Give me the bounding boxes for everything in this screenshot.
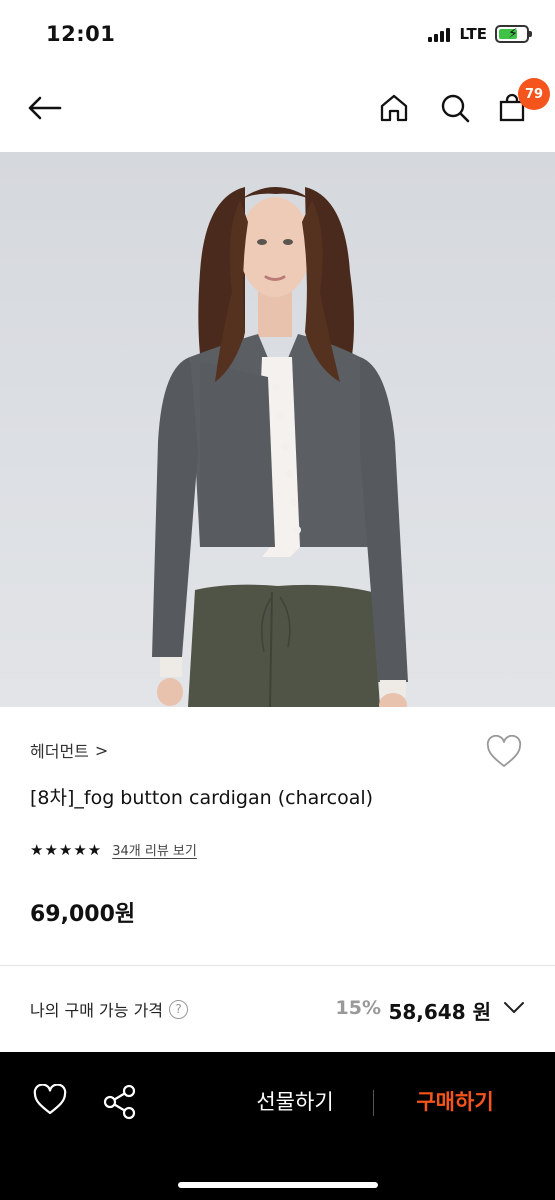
status-indicators: LTE ⚡ (428, 25, 532, 43)
bottom-action-bar: 선물하기 구매하기 (0, 1052, 555, 1200)
signal-icon (428, 26, 451, 42)
back-arrow-icon[interactable] (24, 88, 64, 128)
product-title: [8차]_fog button cardigan (charcoal) (30, 787, 374, 809)
rating-row: ★★★★★ 34개 리뷰 보기 (30, 840, 197, 860)
home-indicator (178, 1182, 378, 1188)
shopping-bag-icon[interactable]: 79 (492, 78, 550, 128)
buy-button[interactable]: 구매하기 (395, 1086, 515, 1116)
cart-count-badge: 79 (518, 78, 550, 110)
my-price-label-wrap: 나의 구매 가능 가격 ? (30, 997, 189, 1021)
status-bar: 12:01 LTE ⚡ (0, 0, 555, 70)
home-icon[interactable] (374, 88, 414, 128)
network-label: LTE (459, 25, 487, 43)
brand-name: 헤더먼트 (30, 742, 89, 761)
chevron-right-icon: > (94, 740, 109, 760)
heart-icon[interactable] (32, 1083, 70, 1120)
product-price: 69,000원 (30, 902, 136, 927)
status-time: 12:01 (46, 22, 116, 46)
top-navigation: 79 (0, 70, 555, 152)
my-price-label: 나의 구매 가능 가격 (30, 1001, 164, 1020)
battery-charging-icon: ⚡ (495, 25, 532, 43)
discounted-price: 58,648 원 (388, 1000, 491, 1024)
discount-rate: 15% (335, 997, 381, 1019)
brand-link[interactable]: 헤더먼트 > (30, 738, 108, 762)
separator (373, 1090, 374, 1116)
review-link[interactable]: 34개 리뷰 보기 (112, 840, 197, 859)
help-icon[interactable]: ? (169, 999, 189, 1019)
my-price-row[interactable]: 나의 구매 가능 가격 ? 15% 58,648 원 (0, 966, 555, 1052)
share-icon[interactable] (100, 1082, 140, 1122)
chevron-down-icon[interactable] (503, 999, 525, 1015)
search-icon[interactable] (435, 88, 475, 128)
product-image[interactable] (0, 152, 555, 707)
wishlist-heart-icon[interactable] (485, 734, 525, 773)
star-rating-icon: ★★★★★ (30, 840, 103, 859)
gift-button[interactable]: 선물하기 (230, 1086, 360, 1116)
